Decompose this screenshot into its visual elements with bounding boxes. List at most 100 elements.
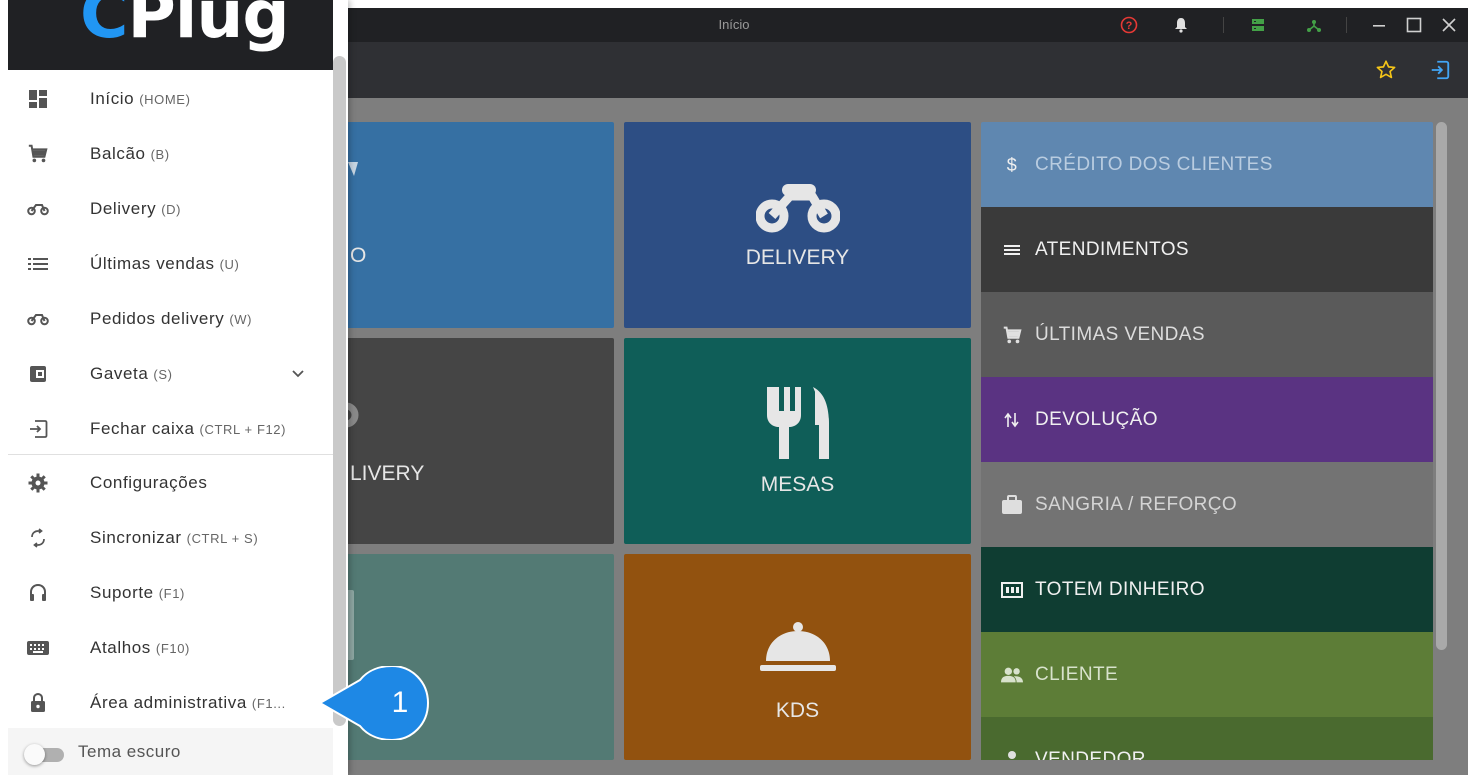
titlebar-separator	[1346, 17, 1347, 33]
motorcycle-icon	[26, 197, 50, 221]
motorcycle-icon	[26, 307, 50, 331]
side-item-devolucao[interactable]: DEVOLUÇÃO	[981, 377, 1433, 462]
side-item-label: DEVOLUÇÃO	[1035, 408, 1158, 430]
menu-item-label: Gaveta	[90, 364, 149, 383]
menu-item-configuracoes[interactable]: Configurações	[8, 455, 333, 510]
navigation-drawer: CPlug Início (HOME) Balcão (B) Delivery (D)…	[0, 0, 348, 775]
tile-label: LIVERY	[350, 462, 425, 485]
logout-icon[interactable]	[1426, 56, 1454, 84]
dark-theme-row: Tema escuro	[8, 728, 333, 775]
swap-icon	[1001, 409, 1023, 431]
menu-item-shortcut: (F1)	[158, 586, 185, 601]
side-item-ultimas-vendas[interactable]: ÚLTIMAS VENDAS	[981, 292, 1433, 377]
list-icon	[26, 252, 50, 276]
content-scrollbar-thumb[interactable]	[1436, 122, 1447, 650]
restaurant-icon	[766, 387, 829, 459]
menu-item-label: Configurações	[90, 473, 208, 492]
motorcycle-icon	[346, 402, 359, 428]
tile-label: O	[350, 244, 367, 267]
tile-pedidos-delivery[interactable]: LIVERY	[340, 338, 614, 544]
person-icon	[1001, 749, 1023, 760]
menu-item-shortcut: (F1...	[251, 696, 286, 711]
side-item-credito[interactable]: $ CRÉDITO DOS CLIENTES	[981, 122, 1433, 207]
star-icon[interactable]	[1372, 56, 1400, 84]
chevron-down-icon[interactable]	[289, 364, 307, 382]
menu-item-ultimas-vendas[interactable]: Últimas vendas (U)	[8, 236, 333, 291]
cplug-logo: CPlug	[80, 0, 290, 53]
menu-item-label: Sincronizar	[90, 528, 182, 547]
menu-item-sincronizar[interactable]: Sincronizar (CTRL + S)	[8, 510, 333, 565]
menu-item-label: Início	[90, 89, 135, 108]
lock-icon	[26, 691, 50, 715]
menu-item-gaveta[interactable]: Gaveta (S)	[8, 346, 333, 401]
side-item-label: ÚLTIMAS VENDAS	[1035, 323, 1205, 345]
menu-item-suporte[interactable]: Suporte (F1)	[8, 565, 333, 620]
menu-item-balcao[interactable]: Balcão (B)	[8, 126, 333, 181]
minimize-icon[interactable]	[1364, 8, 1394, 42]
menu-item-fechar-caixa[interactable]: Fechar caixa (CTRL + F12)	[8, 401, 333, 456]
side-item-totem[interactable]: TOTEM DINHEIRO	[981, 547, 1433, 632]
help-icon[interactable]: ?	[1114, 8, 1144, 42]
side-item-vendedor[interactable]: VENDEDOR	[981, 717, 1433, 760]
menu-item-label: Atalhos	[90, 638, 151, 657]
step-callout: 1	[317, 664, 430, 742]
tile-label: KDS	[775, 699, 820, 722]
titlebar-separator	[1223, 17, 1224, 33]
dark-theme-toggle-knob[interactable]	[24, 744, 45, 765]
maximize-icon[interactable]	[1399, 8, 1429, 42]
list-icon	[1001, 239, 1023, 261]
menu-item-area-administrativa[interactable]: Área administrativa (F1...	[8, 675, 333, 730]
side-item-atendimentos[interactable]: ATENDIMENTOS	[981, 207, 1433, 292]
cart-icon	[348, 162, 358, 176]
network-icon[interactable]	[1299, 8, 1329, 42]
menu-item-shortcut: (CTRL + S)	[186, 531, 259, 546]
menu-item-shortcut: (F10)	[155, 641, 190, 656]
menu-item-shortcut: (B)	[150, 147, 170, 162]
sync-icon	[26, 526, 50, 550]
menu-item-delivery[interactable]: Delivery (D)	[8, 181, 333, 236]
tile-delivery[interactable]: DELIVERY	[624, 122, 971, 328]
bell-icon[interactable]	[1166, 8, 1196, 42]
motorcycle-icon	[755, 184, 840, 233]
server-icon[interactable]	[1243, 8, 1273, 42]
side-item-sangria[interactable]: SANGRIA / REFORÇO	[981, 462, 1433, 547]
tile-mesas[interactable]: MESAS	[624, 338, 971, 544]
cart-icon	[1001, 324, 1023, 346]
menu-item-label: Fechar caixa	[90, 419, 195, 438]
menu-item-pedidos-delivery[interactable]: Pedidos delivery (W)	[8, 291, 333, 346]
callout-number: 1	[391, 686, 409, 719]
menu-item-label: Área administrativa	[90, 693, 247, 712]
menu-item-label: Delivery	[90, 199, 157, 218]
menu-item-label: Pedidos delivery	[90, 309, 225, 328]
menu-item-label: Balcão	[90, 144, 146, 163]
keyboard-icon	[26, 636, 50, 660]
exit-icon	[26, 417, 50, 441]
close-icon[interactable]	[1434, 8, 1464, 42]
svg-text:$: $	[1007, 155, 1017, 175]
app-window: Início ? O DELIVERY LIVERY MESAS KDS $ C…	[0, 0, 1468, 775]
side-item-label: SANGRIA / REFORÇO	[1035, 493, 1238, 515]
side-item-label: ATENDIMENTOS	[1035, 238, 1189, 260]
tile-balcao[interactable]: O	[340, 122, 614, 328]
dark-theme-label: Tema escuro	[78, 742, 181, 761]
menu-item-shortcut: (S)	[153, 367, 173, 382]
menu-item-inicio[interactable]: Início (HOME)	[8, 71, 333, 126]
side-item-cliente[interactable]: CLIENTE	[981, 632, 1433, 717]
menu-item-shortcut: (U)	[219, 257, 240, 272]
cart-icon	[26, 142, 50, 166]
drawer-scrollbar-thumb[interactable]	[333, 56, 346, 726]
dollar-icon: $	[1001, 154, 1023, 176]
tile-kds[interactable]: KDS	[624, 554, 971, 760]
menu-item-shortcut: (W)	[229, 312, 253, 327]
menu-item-shortcut: (D)	[161, 202, 182, 217]
gear-icon	[26, 471, 50, 495]
wallet-icon	[26, 362, 50, 386]
side-item-label: CLIENTE	[1035, 663, 1119, 685]
tile-label: DELIVERY	[745, 246, 850, 269]
dashboard-icon	[26, 87, 50, 111]
cloche-icon	[759, 622, 836, 671]
menu-item-shortcut: (HOME)	[139, 92, 191, 107]
menu-item-atalhos[interactable]: Atalhos (F10)	[8, 620, 333, 675]
headset-icon	[26, 581, 50, 605]
side-item-label: VENDEDOR	[1035, 749, 1146, 760]
